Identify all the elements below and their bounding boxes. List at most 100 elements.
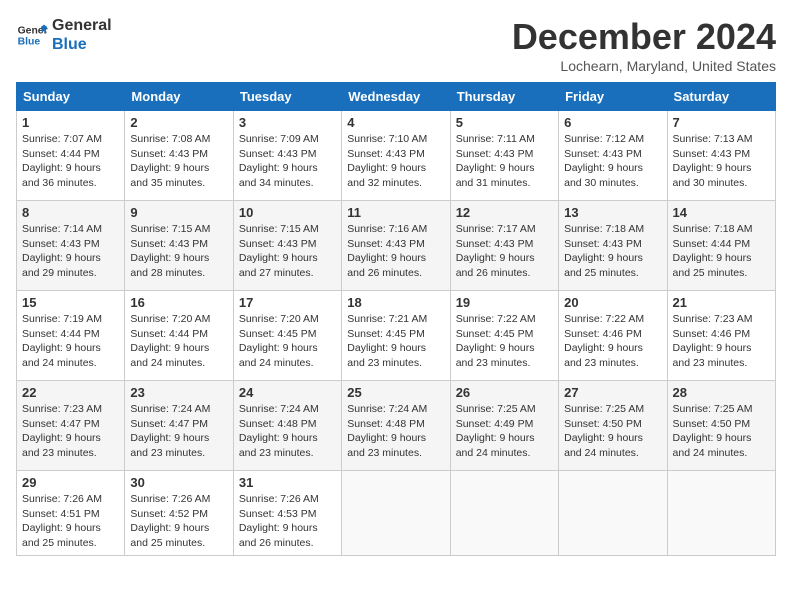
calendar-cell: 29Sunrise: 7:26 AMSunset: 4:51 PMDayligh…: [17, 471, 125, 556]
day-info: Sunrise: 7:15 AMSunset: 4:43 PMDaylight:…: [239, 222, 336, 281]
day-number: 25: [347, 385, 444, 400]
calendar-cell: 19 Sunrise: 7:22 AMSunset: 4:45 PMDayligh…: [450, 291, 558, 381]
day-number: 12: [456, 205, 553, 220]
day-info: Sunrise: 7:12 AMSunset: 4:43 PMDaylight:…: [564, 132, 661, 191]
calendar-cell: 2 Sunrise: 7:08 AMSunset: 4:43 PMDaylight…: [125, 111, 233, 201]
day-number: 1: [22, 115, 119, 130]
calendar-cell: 6 Sunrise: 7:12 AMSunset: 4:43 PMDaylight…: [559, 111, 667, 201]
day-number: 24: [239, 385, 336, 400]
calendar-cell: 26 Sunrise: 7:25 AMSunset: 4:49 PMDayligh…: [450, 381, 558, 471]
col-header-wednesday: Wednesday: [342, 83, 450, 111]
calendar-cell: 28Sunrise: 7:25 AMSunset: 4:50 PMDayligh…: [667, 381, 775, 471]
col-header-friday: Friday: [559, 83, 667, 111]
calendar-cell: 24 Sunrise: 7:24 AMSunset: 4:48 PMDayligh…: [233, 381, 341, 471]
calendar-cell: 9 Sunrise: 7:15 AMSunset: 4:43 PMDaylight…: [125, 201, 233, 291]
day-number: 30: [130, 475, 227, 490]
day-number: 27: [564, 385, 661, 400]
calendar-cell: 21 Sunrise: 7:23 AMSunset: 4:46 PMDayligh…: [667, 291, 775, 381]
day-info: Sunrise: 7:11 AMSunset: 4:43 PMDaylight:…: [456, 132, 553, 191]
day-number: 19: [456, 295, 553, 310]
day-info: Sunrise: 7:16 AMSunset: 4:43 PMDaylight:…: [347, 222, 444, 281]
day-info: Sunrise: 7:23 AMSunset: 4:46 PMDaylight:…: [673, 312, 770, 371]
day-info: Sunrise: 7:19 AMSunset: 4:44 PMDaylight:…: [22, 312, 119, 371]
day-info: Sunrise: 7:21 AMSunset: 4:45 PMDaylight:…: [347, 312, 444, 371]
day-info: Sunrise: 7:26 AMSunset: 4:53 PMDaylight:…: [239, 492, 336, 551]
calendar-cell: [450, 471, 558, 556]
day-number: 20: [564, 295, 661, 310]
calendar-cell: 16Sunrise: 7:20 AMSunset: 4:44 PMDayligh…: [125, 291, 233, 381]
calendar-cell: 20 Sunrise: 7:22 AMSunset: 4:46 PMDayligh…: [559, 291, 667, 381]
calendar-cell: [667, 471, 775, 556]
day-number: 17: [239, 295, 336, 310]
calendar-cell: 12Sunrise: 7:17 AMSunset: 4:43 PMDayligh…: [450, 201, 558, 291]
day-number: 21: [673, 295, 770, 310]
calendar-cell: 25 Sunrise: 7:24 AMSunset: 4:48 PMDayligh…: [342, 381, 450, 471]
calendar-cell: 10 Sunrise: 7:15 AMSunset: 4:43 PMDayligh…: [233, 201, 341, 291]
day-info: Sunrise: 7:18 AMSunset: 4:43 PMDaylight:…: [564, 222, 661, 281]
day-info: Sunrise: 7:25 AMSunset: 4:50 PMDaylight:…: [564, 402, 661, 461]
calendar-cell: 7Sunrise: 7:13 AMSunset: 4:43 PMDaylight…: [667, 111, 775, 201]
day-number: 15: [22, 295, 119, 310]
calendar-cell: 1Sunrise: 7:07 AMSunset: 4:44 PMDaylight…: [17, 111, 125, 201]
day-number: 26: [456, 385, 553, 400]
logo: General Blue General Blue: [16, 16, 112, 54]
calendar-cell: 22 Sunrise: 7:23 AMSunset: 4:47 PMDayligh…: [17, 381, 125, 471]
logo-line2: Blue: [52, 35, 112, 54]
day-info: Sunrise: 7:09 AMSunset: 4:43 PMDaylight:…: [239, 132, 336, 191]
calendar-cell: 14Sunrise: 7:18 AMSunset: 4:44 PMDayligh…: [667, 201, 775, 291]
col-header-saturday: Saturday: [667, 83, 775, 111]
calendar-cell: 3 Sunrise: 7:09 AMSunset: 4:43 PMDaylight…: [233, 111, 341, 201]
day-number: 5: [456, 115, 553, 130]
day-number: 23: [130, 385, 227, 400]
day-number: 10: [239, 205, 336, 220]
day-number: 9: [130, 205, 227, 220]
logo-icon: General Blue: [16, 19, 48, 51]
title-area: December 2024 Lochearn, Maryland, United…: [512, 16, 776, 74]
col-header-sunday: Sunday: [17, 83, 125, 111]
calendar-cell: [342, 471, 450, 556]
calendar-cell: [559, 471, 667, 556]
calendar-cell: 27 Sunrise: 7:25 AMSunset: 4:50 PMDayligh…: [559, 381, 667, 471]
calendar-cell: 4 Sunrise: 7:10 AMSunset: 4:43 PMDaylight…: [342, 111, 450, 201]
day-info: Sunrise: 7:20 AMSunset: 4:44 PMDaylight:…: [130, 312, 227, 371]
day-info: Sunrise: 7:14 AMSunset: 4:43 PMDaylight:…: [22, 222, 119, 281]
day-number: 8: [22, 205, 119, 220]
calendar-cell: 5 Sunrise: 7:11 AMSunset: 4:43 PMDaylight…: [450, 111, 558, 201]
day-info: Sunrise: 7:20 AMSunset: 4:45 PMDaylight:…: [239, 312, 336, 371]
day-info: Sunrise: 7:24 AMSunset: 4:48 PMDaylight:…: [347, 402, 444, 461]
day-number: 3: [239, 115, 336, 130]
day-info: Sunrise: 7:24 AMSunset: 4:47 PMDaylight:…: [130, 402, 227, 461]
svg-text:Blue: Blue: [18, 37, 41, 48]
day-number: 7: [673, 115, 770, 130]
day-number: 22: [22, 385, 119, 400]
calendar-cell: 15 Sunrise: 7:19 AMSunset: 4:44 PMDayligh…: [17, 291, 125, 381]
calendar-cell: 23 Sunrise: 7:24 AMSunset: 4:47 PMDayligh…: [125, 381, 233, 471]
day-info: Sunrise: 7:22 AMSunset: 4:46 PMDaylight:…: [564, 312, 661, 371]
day-number: 13: [564, 205, 661, 220]
day-info: Sunrise: 7:26 AMSunset: 4:52 PMDaylight:…: [130, 492, 227, 551]
day-info: Sunrise: 7:08 AMSunset: 4:43 PMDaylight:…: [130, 132, 227, 191]
day-number: 11: [347, 205, 444, 220]
day-info: Sunrise: 7:15 AMSunset: 4:43 PMDaylight:…: [130, 222, 227, 281]
day-number: 18: [347, 295, 444, 310]
day-info: Sunrise: 7:23 AMSunset: 4:47 PMDaylight:…: [22, 402, 119, 461]
day-number: 2: [130, 115, 227, 130]
day-info: Sunrise: 7:25 AMSunset: 4:50 PMDaylight:…: [673, 402, 770, 461]
calendar-cell: 8 Sunrise: 7:14 AMSunset: 4:43 PMDaylight…: [17, 201, 125, 291]
col-header-monday: Monday: [125, 83, 233, 111]
day-info: Sunrise: 7:24 AMSunset: 4:48 PMDaylight:…: [239, 402, 336, 461]
day-number: 6: [564, 115, 661, 130]
day-info: Sunrise: 7:25 AMSunset: 4:49 PMDaylight:…: [456, 402, 553, 461]
location-title: Lochearn, Maryland, United States: [512, 58, 776, 74]
col-header-thursday: Thursday: [450, 83, 558, 111]
day-number: 4: [347, 115, 444, 130]
calendar-cell: 31 Sunrise: 7:26 AMSunset: 4:53 PMDayligh…: [233, 471, 341, 556]
calendar-table: SundayMondayTuesdayWednesdayThursdayFrid…: [16, 82, 776, 556]
calendar-cell: 13 Sunrise: 7:18 AMSunset: 4:43 PMDayligh…: [559, 201, 667, 291]
month-title: December 2024: [512, 16, 776, 58]
day-info: Sunrise: 7:18 AMSunset: 4:44 PMDaylight:…: [673, 222, 770, 281]
day-info: Sunrise: 7:10 AMSunset: 4:43 PMDaylight:…: [347, 132, 444, 191]
day-number: 31: [239, 475, 336, 490]
day-info: Sunrise: 7:22 AMSunset: 4:45 PMDaylight:…: [456, 312, 553, 371]
calendar-cell: 18 Sunrise: 7:21 AMSunset: 4:45 PMDayligh…: [342, 291, 450, 381]
